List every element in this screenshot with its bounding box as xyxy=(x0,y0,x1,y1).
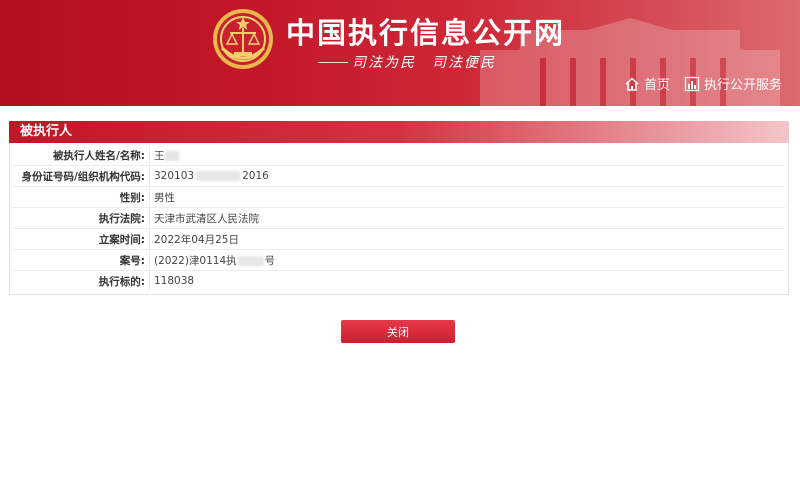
table-row: 被执行人姓名/名称: 王 xyxy=(13,145,785,166)
table-row: 立案时间: 2022年04月25日 xyxy=(13,228,785,250)
close-button[interactable]: 关闭 xyxy=(341,320,455,343)
case-prefix: (2022)津0114执 xyxy=(154,254,237,267)
case-suffix: 号 xyxy=(264,254,276,267)
table-row: 执行标的: 118038 xyxy=(13,270,785,291)
redaction-mark xyxy=(237,255,264,266)
row-value-filing-date: 2022年04月25日 xyxy=(149,228,785,250)
site-title: 中国执行信息公开网 xyxy=(286,16,566,50)
nav-public-service-label: 执行公开服务 xyxy=(703,78,782,93)
row-label-filing-date: 立案时间: xyxy=(13,228,150,250)
row-label-gender: 性别: xyxy=(13,186,150,208)
name-text: 王 xyxy=(154,149,165,162)
executee-panel: 被执行人 被执行人姓名/名称: 王 身份证号码/组织机构代码: 320103 20… xyxy=(9,121,789,295)
court-emblem-icon xyxy=(213,9,273,69)
table-row: 身份证号码/组织机构代码: 320103 2016 xyxy=(13,165,785,187)
top-nav: 首页 执行公开服务 xyxy=(624,74,782,93)
id-suffix: 2016 xyxy=(242,170,269,182)
row-value-id: 320103 2016 xyxy=(149,165,785,187)
row-label-name: 被执行人姓名/名称: xyxy=(13,145,150,166)
site-slogan: 司法为民 司法便民 xyxy=(352,55,496,71)
row-value-case-number: (2022)津0114执 号 xyxy=(149,249,785,271)
row-value-gender: 男性 xyxy=(149,186,785,208)
panel-body: 被执行人姓名/名称: 王 身份证号码/组织机构代码: 320103 2016 性别… xyxy=(9,143,789,295)
row-label-id: 身份证号码/组织机构代码: xyxy=(13,165,150,187)
row-label-case-number: 案号: xyxy=(13,249,150,271)
row-value-court: 天津市武清区人民法院 xyxy=(149,207,785,229)
bar-chart-icon xyxy=(684,76,700,91)
header-banner: 中国执行信息公开网 司法为民 司法便民 首页 执行公开服务 xyxy=(0,0,800,106)
nav-home-label: 首页 xyxy=(643,78,670,93)
table-row: 案号: (2022)津0114执 号 xyxy=(13,249,785,271)
redaction-mark xyxy=(196,171,241,181)
redaction-mark xyxy=(164,150,179,161)
nav-public-service[interactable]: 执行公开服务 xyxy=(684,74,782,93)
table-row: 性别: 男性 xyxy=(13,186,785,208)
executee-info-table: 被执行人姓名/名称: 王 身份证号码/组织机构代码: 320103 2016 性别… xyxy=(13,145,785,291)
row-label-amount: 执行标的: xyxy=(13,270,150,291)
home-icon xyxy=(625,76,639,91)
id-prefix: 320103 xyxy=(154,170,195,182)
row-value-amount: 118038 xyxy=(154,275,195,287)
row-value-name: 王 xyxy=(149,145,785,166)
table-row: 执行法院: 天津市武清区人民法院 xyxy=(13,207,785,229)
panel-title: 被执行人 xyxy=(9,121,789,143)
slogan-divider xyxy=(318,62,348,63)
nav-home[interactable]: 首页 xyxy=(624,74,670,93)
row-label-court: 执行法院: xyxy=(13,207,150,229)
